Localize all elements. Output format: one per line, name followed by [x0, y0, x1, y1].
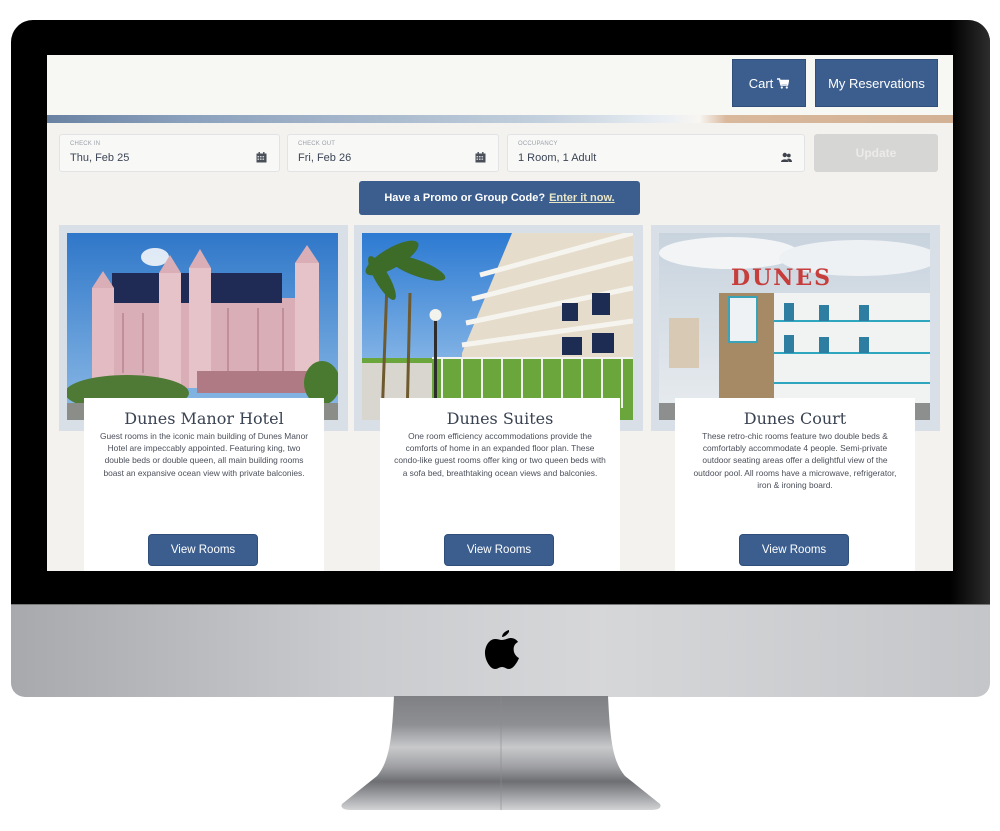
property-title: Dunes Suites [446, 409, 554, 428]
dunes-manor-photo[interactable] [67, 233, 338, 420]
property-panel-dunes-manor: Dunes Manor Hotel Guest rooms in the ico… [84, 398, 324, 571]
property-panel-dunes-court: Dunes Court These retro-chic rooms featu… [675, 398, 915, 571]
calendar-icon[interactable] [475, 152, 486, 163]
check-in-field[interactable]: CHECK IN Thu, Feb 25 [59, 134, 280, 172]
enter-promo-link[interactable]: Enter it now. [549, 192, 615, 204]
dunes-court-photo[interactable]: DUNES [659, 233, 930, 420]
booking-screen: Cart My Reservations CHECK IN Thu, Feb 2… [47, 55, 953, 571]
update-button[interactable]: Update [814, 134, 938, 172]
property-description: Guest rooms in the iconic main building … [99, 431, 309, 478]
occupancy-label: OCCUPANCY [518, 141, 558, 147]
promo-text: Have a Promo or Group Code? [384, 192, 546, 204]
check-in-label: CHECK IN [70, 141, 101, 147]
property-description: One room efficiency accommodations provi… [394, 431, 606, 478]
apple-logo-icon [485, 630, 519, 669]
cart-button[interactable]: Cart [732, 59, 806, 107]
monitor-stand [341, 696, 661, 810]
my-reservations-button[interactable]: My Reservations [815, 59, 938, 107]
calendar-icon[interactable] [256, 152, 267, 163]
check-out-label: CHECK OUT [298, 141, 336, 147]
property-description: These retro-chic rooms feature two doubl… [693, 431, 897, 490]
property-title: Dunes Manor Hotel [124, 409, 284, 428]
view-rooms-button[interactable]: View Rooms [444, 534, 554, 566]
occupancy-field[interactable]: OCCUPANCY 1 Room, 1 Adult [507, 134, 805, 172]
cart-label: Cart [748, 75, 774, 91]
view-rooms-button[interactable]: View Rooms [739, 534, 849, 566]
check-out-field[interactable]: CHECK OUT Fri, Feb 26 [287, 134, 499, 172]
property-title: Dunes Court [743, 409, 847, 428]
promo-banner: Have a Promo or Group Code? Enter it now… [359, 181, 640, 215]
property-panel-dunes-suites: Dunes Suites One room efficiency accommo… [380, 398, 620, 571]
view-rooms-button[interactable]: View Rooms [148, 534, 258, 566]
occupancy-value: 1 Room, 1 Adult [518, 152, 597, 164]
dunes-suites-photo[interactable] [362, 233, 633, 420]
users-icon[interactable] [781, 152, 792, 163]
header-stripe [47, 115, 953, 123]
dunes-sign-text: DUNES [731, 265, 832, 291]
check-out-value: Fri, Feb 26 [298, 152, 352, 164]
shopping-cart-icon [777, 77, 790, 89]
check-in-value: Thu, Feb 25 [70, 152, 130, 164]
